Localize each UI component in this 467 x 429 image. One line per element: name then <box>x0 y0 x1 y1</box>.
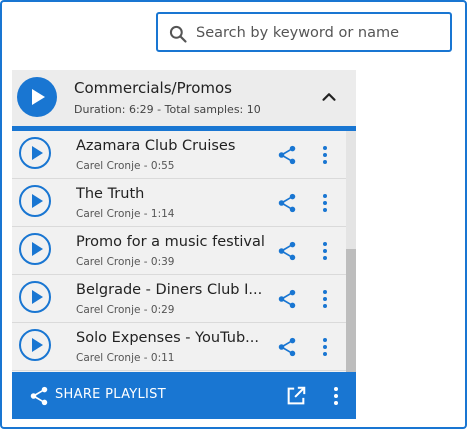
share-icon[interactable] <box>276 192 298 214</box>
play-icon <box>32 338 43 352</box>
track-title: Belgrade - Diners Club I... <box>76 282 263 298</box>
share-icon[interactable] <box>276 144 298 166</box>
track-meta: Carel Cronje - 0:29 <box>76 304 175 316</box>
search-box[interactable] <box>156 12 452 52</box>
track-meta: Carel Cronje - 0:55 <box>76 160 175 172</box>
track-meta: Carel Cronje - 0:39 <box>76 256 175 268</box>
play-icon <box>32 290 43 304</box>
playlist-header: Commercials/Promos Duration: 6:29 - Tota… <box>12 70 356 126</box>
play-button[interactable] <box>19 281 51 313</box>
play-button[interactable] <box>19 329 51 361</box>
more-vertical-icon[interactable] <box>317 288 333 310</box>
track-title: The Truth <box>76 186 145 202</box>
more-vertical-icon[interactable] <box>317 336 333 358</box>
track-row[interactable]: Belgrade - Diners Club I... Carel Cronje… <box>12 275 346 323</box>
playlist-player: Commercials/Promos Duration: 6:29 - Tota… <box>12 70 356 419</box>
play-button[interactable] <box>19 233 51 265</box>
track-row[interactable]: Solo Expenses - YouTub... Carel Cronje -… <box>12 323 346 371</box>
scrollbar-thumb[interactable] <box>346 249 356 372</box>
play-button[interactable] <box>19 137 51 169</box>
track-meta: Carel Cronje - 1:14 <box>76 208 175 220</box>
more-vertical-icon[interactable] <box>317 192 333 214</box>
widget-frame: Commercials/Promos Duration: 6:29 - Tota… <box>0 0 467 429</box>
play-icon <box>32 146 43 160</box>
share-icon[interactable] <box>276 240 298 262</box>
more-vertical-icon[interactable] <box>317 240 333 262</box>
search-input[interactable] <box>196 19 444 47</box>
track-row[interactable]: Promo for a music festival Carel Cronje … <box>12 227 346 275</box>
track-row[interactable]: The Truth Carel Cronje - 1:14 <box>12 179 346 227</box>
open-in-new-icon[interactable] <box>285 385 307 407</box>
scrollbar[interactable] <box>346 131 356 372</box>
track-meta: Carel Cronje - 0:11 <box>76 352 175 364</box>
more-vertical-icon[interactable] <box>317 144 333 166</box>
share-icon[interactable] <box>276 288 298 310</box>
search-icon <box>169 25 187 43</box>
track-list: Azamara Club Cruises Carel Cronje - 0:55… <box>12 131 346 372</box>
play-all-button[interactable] <box>17 77 57 117</box>
play-icon <box>32 89 45 105</box>
track-row[interactable]: Azamara Club Cruises Carel Cronje - 0:55 <box>12 131 346 179</box>
playlist-title: Commercials/Promos <box>74 79 232 97</box>
play-icon <box>32 194 43 208</box>
play-icon <box>32 242 43 256</box>
play-button[interactable] <box>19 185 51 217</box>
share-playlist-button[interactable]: SHARE PLAYLIST <box>55 387 166 402</box>
more-vertical-icon[interactable] <box>328 385 344 407</box>
playlist-meta: Duration: 6:29 - Total samples: 10 <box>74 103 261 116</box>
playlist-footer: SHARE PLAYLIST <box>12 372 356 419</box>
track-title: Promo for a music festival <box>76 234 265 250</box>
share-icon[interactable] <box>276 336 298 358</box>
share-icon[interactable] <box>28 385 50 407</box>
track-title: Azamara Club Cruises <box>76 138 236 154</box>
chevron-up-icon[interactable] <box>318 86 340 108</box>
track-title: Solo Expenses - YouTub... <box>76 330 259 346</box>
